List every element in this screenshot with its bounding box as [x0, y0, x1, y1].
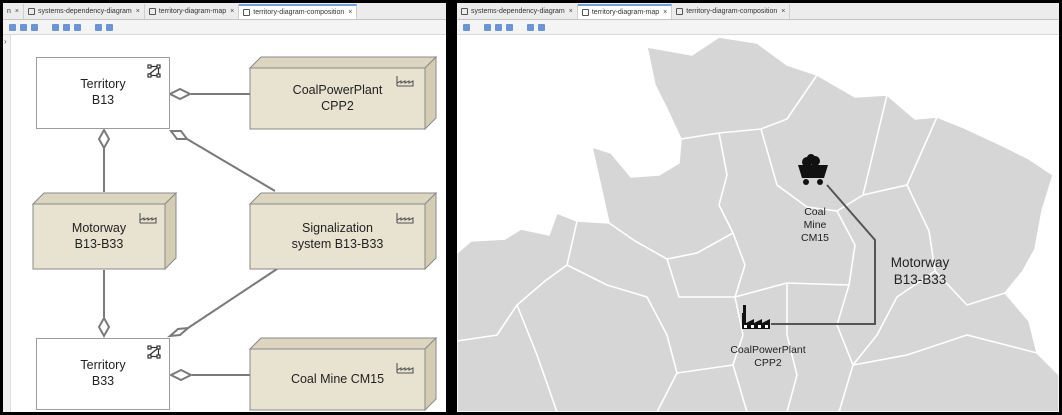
aggregation-diamond [168, 368, 194, 382]
align-bottom-icon[interactable] [506, 23, 513, 31]
align-right-icon[interactable] [31, 23, 38, 31]
node-title: Territory [80, 358, 126, 373]
label-line: Coal [804, 206, 826, 218]
coal-power-plant-node[interactable]: CoalPowerPlant CPP2 [248, 55, 438, 131]
label-line: CPP2 [754, 357, 782, 370]
close-icon[interactable]: × [663, 9, 667, 16]
node-title: Coal Mine CM15 [290, 371, 385, 386]
label-line: Mine [803, 219, 827, 232]
aggregation-diamond [169, 130, 189, 140]
map-diagram-panel: systems-dependency-diagram × territory-d… [455, 0, 1062, 415]
territory-b33-node[interactable]: Territory B33 [36, 338, 170, 410]
left-editor-tabbar: n × systems-dependency-diagram × territo… [3, 3, 446, 20]
diagram-canvas[interactable]: › Territory B13 Territory B33 CoalPowerP… [3, 35, 446, 412]
label-line: B13-B33 [893, 271, 947, 287]
close-icon[interactable]: × [781, 8, 785, 15]
close-icon[interactable]: × [569, 8, 573, 15]
align-bottom-icon[interactable] [74, 23, 81, 31]
territory-icon [147, 345, 161, 359]
align-middle-icon[interactable] [495, 23, 502, 31]
tab-label: n [7, 7, 11, 15]
diagram-tab-icon [28, 7, 35, 15]
diagram-tab-icon [243, 8, 251, 16]
tab-label: systems-dependency-diagram [38, 7, 132, 15]
node-id: B13-B33 [74, 236, 124, 251]
tab-territory-diagram-composition[interactable]: territory-diagram-composition × [672, 3, 791, 19]
left-diagram-toolbar [3, 20, 446, 35]
undo-icon[interactable] [95, 23, 102, 31]
factory-icon [396, 363, 414, 374]
node-id: B33 [91, 374, 115, 388]
aggregation-connector[interactable] [186, 138, 276, 192]
factory-icon [396, 213, 414, 224]
tab-left-truncated[interactable]: n × [3, 3, 24, 19]
tab-territory-diagram-composition[interactable]: territory-diagram-composition × [239, 3, 358, 19]
label-line: CM15 [800, 232, 829, 245]
close-icon[interactable]: × [348, 9, 352, 16]
motorway-map-label: Motorway B13-B33 [877, 255, 963, 289]
map-canvas[interactable]: Coal Mine CM15 Motorway B13-B33 CoalPowe… [457, 35, 1059, 412]
redo-icon[interactable] [106, 23, 113, 31]
territory-b13-node[interactable]: Territory B13 [36, 57, 170, 129]
node-id: CPP2 [321, 98, 354, 113]
territory-icon [147, 64, 161, 78]
motorway-node[interactable]: Motorway B13-B33 [31, 191, 178, 271]
label-line: Motorway [890, 255, 950, 270]
align-middle-icon[interactable] [63, 23, 70, 31]
coal-mine-node[interactable]: Coal Mine CM15 [248, 336, 438, 412]
node-title: Territory [80, 77, 126, 92]
undo-icon[interactable] [527, 23, 534, 31]
coal-mine-map-label: Coal Mine CM15 [795, 206, 835, 245]
tab-label: territory-diagram-composition [686, 7, 778, 15]
tab-label: systems-dependency-diagram [471, 7, 565, 15]
align-top-icon[interactable] [52, 23, 59, 31]
diagram-tab-icon [148, 7, 156, 15]
tab-label: territory-diagram-map [158, 7, 227, 15]
composition-diagram-panel: n × systems-dependency-diagram × territo… [0, 0, 449, 415]
aggregation-diamond [97, 127, 111, 151]
diagram-tab-icon [461, 7, 468, 15]
close-icon[interactable]: × [136, 8, 140, 15]
right-diagram-toolbar [457, 20, 1059, 35]
close-icon[interactable]: × [230, 8, 234, 15]
tab-systems-dependency-diagram[interactable]: systems-dependency-diagram × [24, 3, 145, 19]
tab-systems-dependency-diagram[interactable]: systems-dependency-diagram × [457, 3, 578, 19]
diagram-tab-icon [676, 7, 684, 15]
align-center-icon[interactable] [20, 23, 27, 31]
node-title: Signalization [302, 220, 373, 235]
power-plant-map-label: CoalPowerPlant CPP2 [723, 344, 813, 370]
node-id: system B13-B33 [291, 236, 384, 251]
align-right-icon[interactable] [463, 23, 470, 31]
node-title: Motorway [71, 220, 127, 235]
aggregation-connector[interactable] [187, 266, 281, 329]
aggregation-diamond [97, 315, 111, 339]
diagram-tab-icon [581, 8, 589, 16]
align-top-icon[interactable] [484, 23, 491, 31]
label-line: CoalPowerPlant [730, 344, 806, 356]
factory-icon [139, 213, 157, 224]
tab-label: territory-diagram-composition [253, 8, 345, 16]
aggregation-diamond [167, 87, 193, 101]
signalization-system-node[interactable]: Signalization system B13-B33 [248, 191, 438, 271]
node-title: CoalPowerPlant [292, 82, 383, 97]
right-editor-tabbar: systems-dependency-diagram × territory-d… [457, 3, 1059, 20]
tab-territory-diagram-map[interactable]: territory-diagram-map × [577, 3, 673, 19]
tab-label: territory-diagram-map [591, 8, 660, 16]
node-id: B13 [91, 93, 115, 107]
aggregation-diamond [166, 326, 192, 338]
align-left-icon[interactable] [9, 23, 16, 31]
factory-icon [396, 76, 414, 87]
tab-territory-diagram-map[interactable]: territory-diagram-map × [145, 3, 240, 19]
redo-icon[interactable] [538, 23, 545, 31]
close-icon[interactable]: × [15, 8, 19, 15]
